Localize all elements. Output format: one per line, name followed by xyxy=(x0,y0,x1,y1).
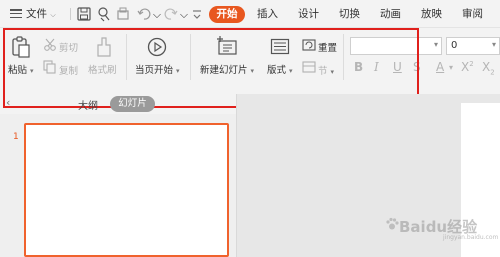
tab-transitions[interactable]: 切换 xyxy=(339,7,360,21)
bold-icon[interactable]: B xyxy=(354,60,363,74)
undo-icon[interactable] xyxy=(136,6,152,22)
format-painter-button[interactable]: 格式刷 xyxy=(88,62,117,76)
paste-icon[interactable] xyxy=(11,36,31,58)
menu-icon[interactable] xyxy=(10,9,22,19)
tab-slideshow[interactable]: 放映 xyxy=(421,7,442,21)
layout-button[interactable]: 版式 ▾ xyxy=(267,62,293,76)
ribbon-divider xyxy=(190,34,191,80)
copy-button[interactable]: 复制 xyxy=(59,63,78,77)
chevron-down-icon: ▾ xyxy=(30,67,34,75)
play-icon xyxy=(147,37,167,57)
chevron-down-icon: ▾ xyxy=(330,68,335,76)
ribbon-divider xyxy=(343,34,344,80)
slide-thumbnail[interactable] xyxy=(24,123,229,257)
subscript-icon[interactable]: X2 xyxy=(482,60,495,76)
font-name-select[interactable]: ▾ xyxy=(350,37,442,55)
play-from-current-label: 当页开始 xyxy=(135,65,174,76)
cut-button[interactable]: 剪切 xyxy=(59,40,78,54)
menu-bar: 文件 ⌵ ⌵ ⌵ 开始 插入 设计 切换 动画 放映 审阅 xyxy=(0,0,500,28)
file-menu-label: 文件 xyxy=(26,8,47,20)
paste-label: 粘贴 xyxy=(8,65,28,76)
chevron-left-icon[interactable]: ‹ xyxy=(6,96,10,109)
paw-icon xyxy=(386,217,399,230)
new-slide-icon xyxy=(217,36,237,55)
print-icon[interactable] xyxy=(115,6,131,22)
scissors-icon xyxy=(44,38,56,51)
chevron-down-icon: ▾ xyxy=(433,40,438,49)
reset-icon xyxy=(302,39,316,51)
chevron-down-icon[interactable]: ▾ xyxy=(449,63,453,72)
customize-toolbar-icon[interactable] xyxy=(189,6,205,22)
font-size-value: 0 xyxy=(451,40,458,51)
play-from-current-button[interactable]: 当页开始 ▾ xyxy=(135,62,180,76)
save-icon[interactable] xyxy=(76,6,92,22)
underline-icon[interactable]: U xyxy=(393,60,402,74)
format-painter-icon xyxy=(97,37,111,57)
tab-review[interactable]: 审阅 xyxy=(462,7,483,21)
superscript-icon[interactable]: X2 xyxy=(461,60,474,74)
copy-icon xyxy=(43,60,56,74)
save-as-icon[interactable] xyxy=(96,6,112,22)
tab-design[interactable]: 设计 xyxy=(298,7,319,21)
slide-number: 1 xyxy=(13,132,19,142)
new-slide-button[interactable]: 新建幻灯片 ▾ xyxy=(200,62,254,76)
section-label: 节 xyxy=(318,66,328,77)
redo-icon[interactable] xyxy=(163,6,179,22)
new-slide-label: 新建幻灯片 xyxy=(200,65,248,76)
panel-tabs: ‹ 大纲 幻灯片 xyxy=(0,94,236,114)
chevron-down-icon[interactable]: ⌵ xyxy=(180,8,188,22)
watermark: Baidu经验 jingyan.baidu.com xyxy=(385,212,499,242)
layout-icon xyxy=(270,38,290,55)
chevron-down-icon: ⌵ xyxy=(50,11,56,19)
file-menu[interactable]: 文件 ⌵ xyxy=(26,7,56,21)
tab-animation[interactable]: 动画 xyxy=(380,7,401,21)
layout-label: 版式 xyxy=(267,65,287,76)
tab-insert[interactable]: 插入 xyxy=(257,7,278,21)
toolbar-divider xyxy=(70,8,71,20)
italic-icon[interactable]: I xyxy=(374,60,379,74)
strikethrough-icon[interactable]: S xyxy=(413,60,421,74)
watermark-url: jingyan.baidu.com xyxy=(443,234,499,241)
font-size-select[interactable]: 0 ▾ xyxy=(446,37,500,55)
tab-outline[interactable]: 大纲 xyxy=(78,97,98,112)
chevron-down-icon[interactable]: ⌵ xyxy=(153,8,161,22)
section-icon xyxy=(302,61,316,73)
reset-button[interactable]: 重置 xyxy=(318,40,337,54)
chevron-down-icon: ▾ xyxy=(250,67,255,75)
tab-slides[interactable]: 幻灯片 xyxy=(110,96,155,112)
chevron-down-icon: ▾ xyxy=(289,67,293,75)
tab-home[interactable]: 开始 xyxy=(209,6,245,23)
ribbon-divider xyxy=(126,34,127,80)
section-button[interactable]: 节 ▾ xyxy=(318,63,334,77)
chevron-down-icon: ▾ xyxy=(491,40,496,49)
chevron-down-icon: ▾ xyxy=(176,67,180,75)
paste-button[interactable]: 粘贴 ▾ xyxy=(8,62,34,76)
font-color-icon[interactable]: A xyxy=(436,60,444,74)
